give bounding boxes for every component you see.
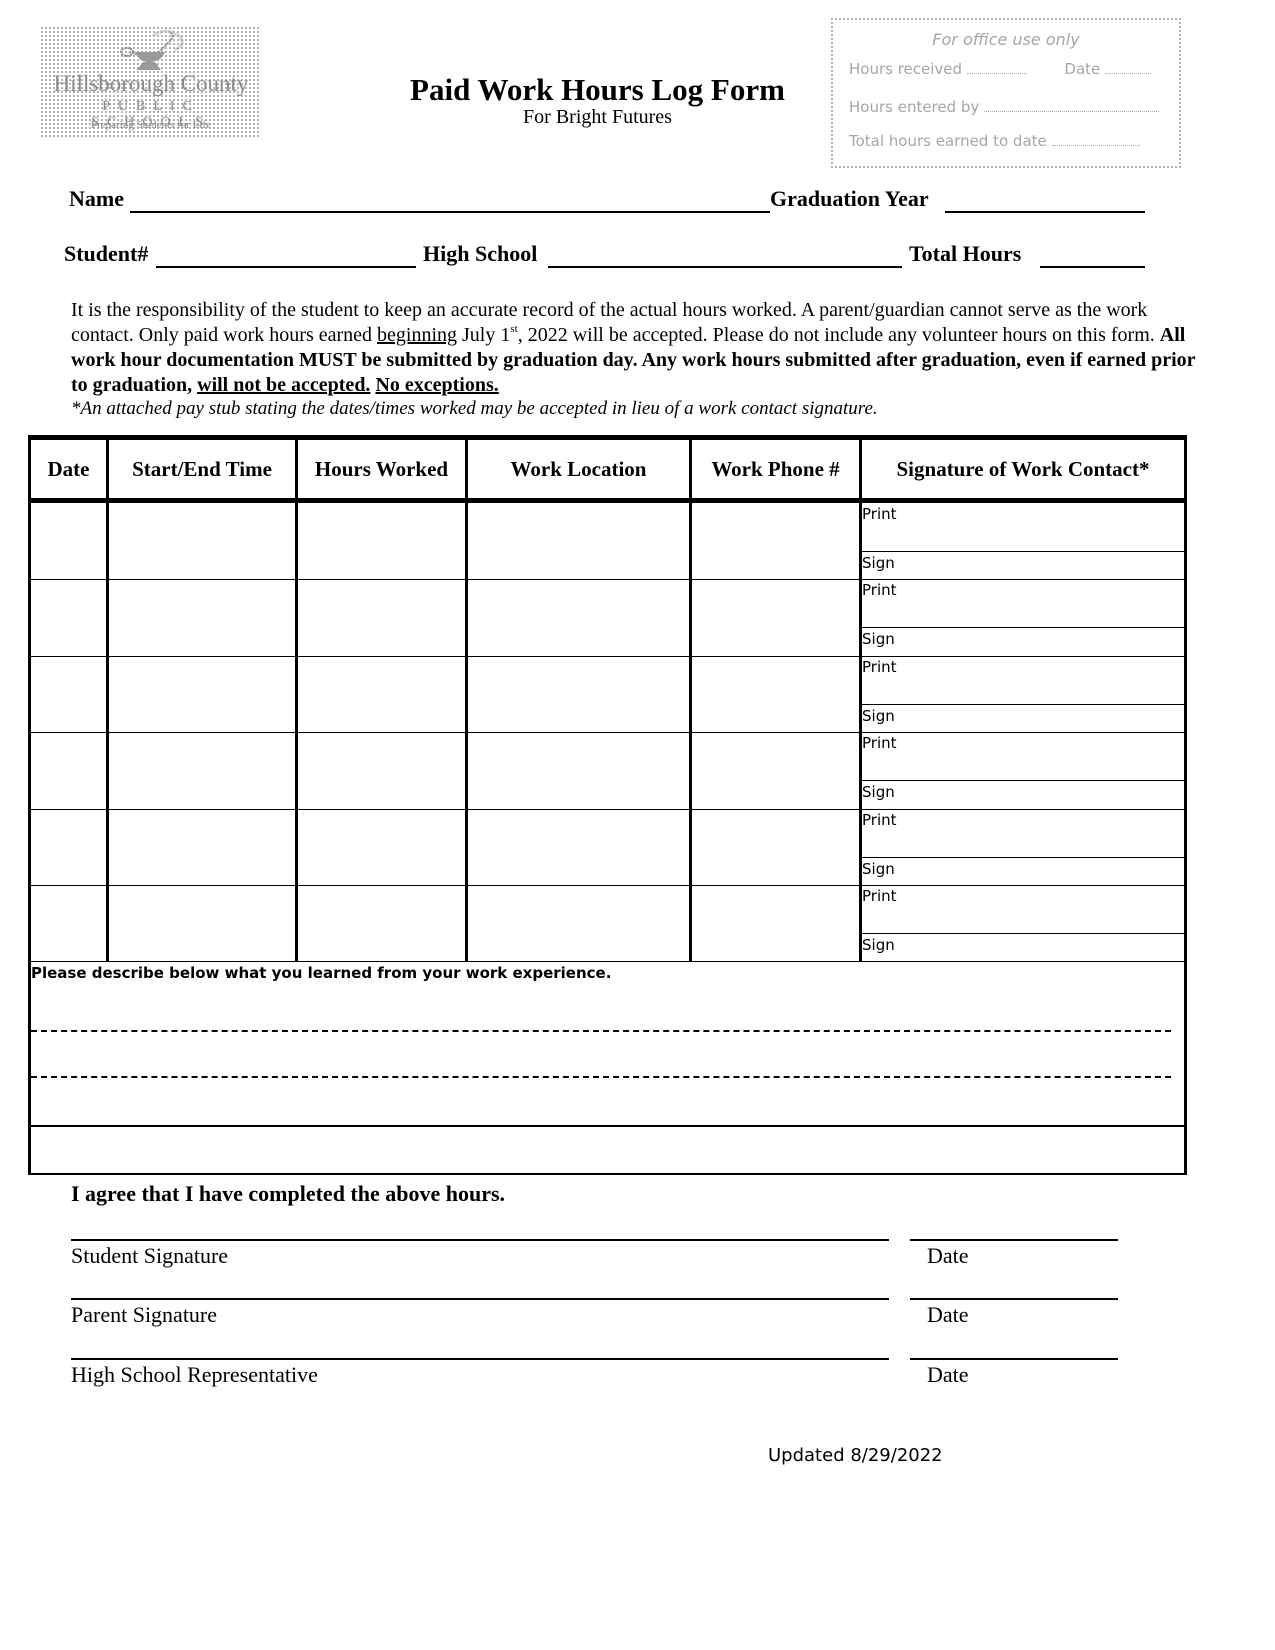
office-hours-received-row: Hours received Date — [849, 60, 1152, 78]
representative-signature-label: High School Representative — [71, 1362, 318, 1387]
student-date-label: Date — [927, 1243, 969, 1268]
print-label: Print — [862, 887, 897, 905]
student-number-label: Student# — [64, 241, 149, 266]
print-label: Print — [862, 734, 897, 753]
sign-label: Sign — [862, 783, 895, 802]
sign-label: Sign — [862, 554, 895, 572]
print-label: Print — [862, 505, 897, 523]
instructions-text-after: , 2022 will be accepted. Please do not i… — [517, 324, 1160, 346]
parent-signature-label: Parent Signature — [71, 1302, 218, 1327]
hours-entered-by-label: Hours entered by — [849, 98, 980, 116]
column-header-work-location: Work Location — [510, 457, 647, 481]
instructions-date: July 1 — [457, 324, 511, 346]
office-use-heading: For office use only — [932, 30, 1080, 49]
hours-received-label: Hours received — [849, 60, 963, 78]
representative-date-line[interactable] — [910, 1358, 1118, 1360]
column-header-hours-worked: Hours Worked — [314, 457, 449, 481]
office-total-hours-row: Total hours earned to date — [849, 132, 1140, 150]
district-logo: Hillsborough County PUBLIC SCHOOLS Prepa… — [40, 26, 260, 138]
total-hours-field[interactable] — [1040, 244, 1145, 268]
instructions-paragraph: It is the responsibility of the student … — [71, 298, 1201, 398]
sign-label: Sign — [862, 630, 895, 649]
instructions-no-exceptions: No exceptions. — [375, 374, 499, 396]
table-row[interactable] — [31, 503, 1184, 579]
office-date-field[interactable] — [1105, 61, 1152, 74]
office-date-label: Date — [1064, 60, 1101, 78]
print-sign-divider — [862, 780, 1184, 782]
print-sign-divider — [862, 627, 1184, 629]
instructions-underlined-beginning: beginning — [377, 324, 458, 346]
student-signature-line[interactable] — [71, 1239, 889, 1241]
student-signature-label: Student Signature — [71, 1243, 229, 1268]
table-row[interactable] — [31, 809, 1184, 885]
agreement-statement: I agree that I have completed the above … — [71, 1181, 506, 1206]
total-hours-earned-field[interactable] — [1051, 133, 1140, 146]
logo-tagline: Preparing Students for Life — [90, 119, 212, 131]
print-label: Print — [862, 581, 897, 600]
table-row[interactable] — [31, 656, 1184, 732]
form-subtitle: For Bright Futures — [523, 106, 672, 128]
lamp-of-learning-icon — [120, 29, 184, 70]
high-school-field[interactable] — [548, 244, 902, 268]
parent-date-label: Date — [927, 1302, 969, 1327]
parent-date-line[interactable] — [910, 1298, 1118, 1300]
instructions-not-accepted: will not be accepted. — [197, 374, 371, 396]
total-hours-label: Total Hours — [909, 241, 1022, 266]
column-header-signature: Signature of Work Contact* — [896, 457, 1150, 481]
representative-date-label: Date — [927, 1362, 969, 1387]
sign-label: Sign — [862, 859, 895, 878]
graduation-year-field[interactable] — [945, 189, 1145, 213]
name-label: Name — [69, 186, 124, 211]
total-hours-earned-label: Total hours earned to date — [849, 132, 1047, 150]
describe-prompt: Please describe below what you learned f… — [31, 964, 612, 982]
table-row[interactable] — [31, 579, 1184, 655]
table-row[interactable] — [31, 732, 1184, 808]
print-sign-divider — [862, 856, 1184, 858]
instructions-date-suffix: st — [510, 323, 518, 335]
graduation-year-label: Graduation Year — [770, 186, 929, 211]
column-header-start-end-time: Start/End Time — [132, 457, 272, 481]
office-hours-entered-row: Hours entered by — [849, 98, 1160, 116]
print-label: Print — [862, 657, 897, 676]
student-number-field[interactable] — [156, 244, 416, 268]
high-school-label: High School — [423, 241, 538, 266]
student-date-line[interactable] — [910, 1239, 1118, 1241]
logo-district-name: Hillsborough County — [53, 71, 249, 96]
table-row[interactable] — [31, 885, 1184, 961]
pay-stub-note: *An attached pay stub stating the dates/… — [71, 398, 878, 419]
sign-label: Sign — [862, 706, 895, 725]
office-use-box: For office use only Hours received Date … — [831, 18, 1181, 168]
form-title: Paid Work Hours Log Form — [410, 72, 785, 107]
describe-line-3[interactable] — [31, 1125, 1184, 1127]
representative-signature-line[interactable] — [71, 1358, 889, 1360]
describe-line-1[interactable] — [31, 1030, 1171, 1032]
parent-signature-line[interactable] — [71, 1298, 889, 1300]
describe-line-2[interactable] — [31, 1076, 1171, 1078]
print-label: Print — [862, 810, 897, 829]
hours-received-field[interactable] — [966, 61, 1027, 74]
column-header-work-phone: Work Phone # — [711, 457, 840, 481]
hours-entered-by-field[interactable] — [984, 99, 1160, 112]
name-field[interactable] — [130, 189, 770, 213]
print-sign-divider — [862, 703, 1184, 705]
print-sign-divider — [862, 551, 1184, 552]
print-sign-divider — [862, 933, 1184, 934]
column-header-date: Date — [47, 457, 90, 481]
sign-label: Sign — [862, 936, 895, 954]
updated-date: Updated 8/29/2022 — [768, 1445, 943, 1466]
